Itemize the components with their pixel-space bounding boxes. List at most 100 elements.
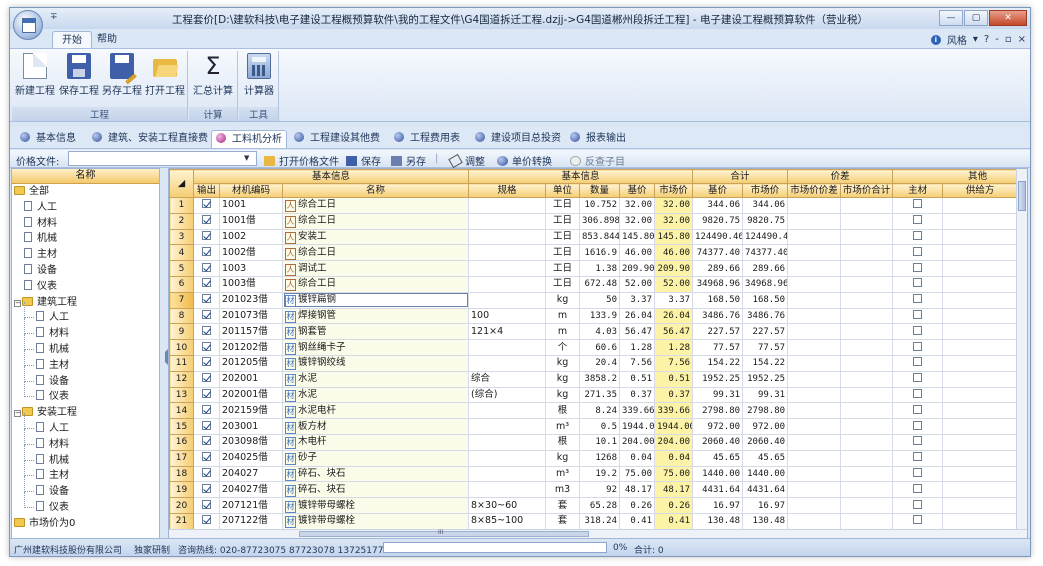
tree-item[interactable]: − 安装工程 <box>12 405 159 421</box>
unit-cell[interactable]: m³ <box>545 418 581 435</box>
table-row[interactable]: 15203001材板方材m³0.51944.001944.00972.00972… <box>169 418 1027 435</box>
output-cell[interactable] <box>193 260 220 277</box>
output-checkbox[interactable] <box>202 230 211 240</box>
base-price-cell[interactable]: 0.51 <box>619 370 656 388</box>
code-cell[interactable]: 204025借 <box>219 449 283 467</box>
ribbon-minimize-button[interactable]: - <box>995 34 999 45</box>
base-price-cell[interactable]: 145.80 <box>619 228 656 246</box>
main-material-checkbox[interactable] <box>913 404 923 414</box>
code-cell[interactable]: 202159借 <box>219 402 283 420</box>
qty-cell[interactable]: 10.1 <box>579 433 621 451</box>
name-cell[interactable]: 材水泥 <box>281 386 470 404</box>
output-cell[interactable] <box>193 449 220 467</box>
tab-fee-table[interactable]: 工程费用表 <box>390 130 464 148</box>
main-material-checkbox[interactable] <box>913 309 923 319</box>
market-price-cell[interactable]: 339.66 <box>654 402 694 420</box>
main-material-checkbox[interactable] <box>913 515 923 525</box>
base-price-cell[interactable]: 56.47 <box>619 323 656 341</box>
table-row[interactable]: 9 201157借材钢套管 121×4 m 4.03 56.47 56.47 227.57 22… <box>169 323 1027 341</box>
output-cell[interactable] <box>193 354 220 372</box>
output-checkbox[interactable] <box>202 309 211 319</box>
main-material-checkbox[interactable] <box>913 499 923 509</box>
qty-cell[interactable]: 1.38 <box>579 260 621 277</box>
ribbon-tab-start[interactable]: 开始 <box>52 31 92 49</box>
market-price-cell[interactable]: 145.80 <box>654 228 694 246</box>
main-material-cell[interactable] <box>892 307 944 325</box>
market-price-cell[interactable]: 3.37 <box>654 291 694 309</box>
market-price-cell[interactable]: 46.00 <box>654 244 694 262</box>
base-price-cell[interactable]: 0.04 <box>619 449 656 467</box>
main-material-cell[interactable] <box>892 386 944 404</box>
table-row[interactable]: 16 203098借材木电杆根 10.1 204.00 204.00 2060.40 206… <box>169 433 1027 451</box>
market-price-cell[interactable]: 0.41 <box>654 512 694 530</box>
unit-cell[interactable]: kg <box>545 449 581 467</box>
code-cell[interactable]: 1001 <box>219 197 283 214</box>
market-price-cell[interactable]: 0.04 <box>654 449 694 467</box>
name-cell[interactable]: 材水泥 <box>281 370 470 388</box>
tree-item[interactable]: 材料 <box>12 428 159 453</box>
qty-cell[interactable]: 133.9 <box>579 307 621 325</box>
spec-cell[interactable] <box>468 339 547 356</box>
output-cell[interactable] <box>193 307 220 325</box>
main-material-cell[interactable] <box>892 465 944 483</box>
supplier-cell[interactable] <box>942 370 1019 388</box>
ribbon-close-button[interactable]: × <box>1018 34 1026 45</box>
main-material-cell[interactable] <box>892 339 944 356</box>
name-cell[interactable]: 材钢套管 <box>281 323 470 341</box>
tree-item[interactable]: 主材 <box>12 460 159 484</box>
output-cell[interactable] <box>193 244 220 262</box>
spec-cell[interactable] <box>468 212 547 230</box>
base-price-cell[interactable]: 0.26 <box>619 497 656 514</box>
unit-cell[interactable]: 工日 <box>545 212 581 230</box>
qty-cell[interactable]: 3858.2 <box>579 370 621 388</box>
output-cell[interactable] <box>193 497 220 514</box>
main-material-cell[interactable] <box>892 197 944 214</box>
spec-cell[interactable] <box>468 244 547 262</box>
unit-cell[interactable]: m3 <box>545 481 581 499</box>
column-header[interactable]: 基价 <box>619 183 656 198</box>
main-material-checkbox[interactable] <box>913 294 923 304</box>
main-material-checkbox[interactable] <box>913 230 923 240</box>
qty-cell[interactable]: 20.4 <box>579 354 621 372</box>
code-cell[interactable]: 201202借 <box>219 339 283 356</box>
main-material-checkbox[interactable] <box>913 388 923 398</box>
unit-cell[interactable]: kg <box>545 386 581 404</box>
qty-cell[interactable]: 306.898 <box>579 212 621 230</box>
output-checkbox[interactable] <box>202 483 211 493</box>
name-cell[interactable]: 材木电杆 <box>281 433 470 451</box>
main-material-cell[interactable] <box>892 228 944 246</box>
tree-item[interactable]: 主材 <box>12 349 159 374</box>
market-price-cell[interactable]: 0.26 <box>654 497 694 514</box>
horizontal-scrollbar[interactable]: III <box>169 529 1027 538</box>
name-cell[interactable]: 人综合工日 <box>281 275 470 293</box>
output-checkbox[interactable] <box>202 278 211 288</box>
output-checkbox[interactable] <box>202 294 211 304</box>
main-material-checkbox[interactable] <box>913 357 923 367</box>
spec-cell[interactable] <box>468 228 547 246</box>
tab-report-output[interactable]: 报表输出 <box>566 130 630 148</box>
spec-cell[interactable] <box>468 418 547 435</box>
tree-item[interactable]: 市场价为0 <box>12 516 159 532</box>
qty-cell[interactable]: 853.844 <box>579 228 621 246</box>
column-header[interactable]: 基价 <box>692 183 744 198</box>
qty-cell[interactable]: 4.03 <box>579 323 621 341</box>
supplier-cell[interactable] <box>942 197 1019 214</box>
code-cell[interactable]: 207122借 <box>219 512 283 530</box>
qty-cell[interactable]: 50 <box>579 291 621 309</box>
market-price-cell[interactable]: 7.56 <box>654 354 694 372</box>
main-material-cell[interactable] <box>892 354 944 372</box>
spec-cell[interactable] <box>468 197 547 214</box>
code-cell[interactable]: 204027借 <box>219 481 283 499</box>
table-row[interactable]: 2 1001借人综合工日 工日 306.898 32.00 32.00 9820.75 982… <box>169 212 1027 230</box>
column-header[interactable]: 输出 <box>193 183 220 198</box>
table-row[interactable]: 17 204025借材砂子 kg 1268 0.04 0.04 45.65 45.65 <box>169 449 1027 467</box>
name-cell[interactable]: 人安装工 <box>281 228 470 246</box>
main-material-cell[interactable] <box>892 370 944 388</box>
column-header[interactable]: 市场价合计 <box>840 183 894 198</box>
tree-item[interactable]: 机械 <box>12 333 159 358</box>
output-cell[interactable] <box>193 197 220 214</box>
output-cell[interactable] <box>193 228 220 246</box>
market-price-cell[interactable]: 56.47 <box>654 323 694 341</box>
table-row[interactable]: 4 1002借人综合工日 工日 1616.9 46.00 46.00 74377.40 743… <box>169 244 1027 262</box>
base-price-cell[interactable]: 46.00 <box>619 244 656 262</box>
